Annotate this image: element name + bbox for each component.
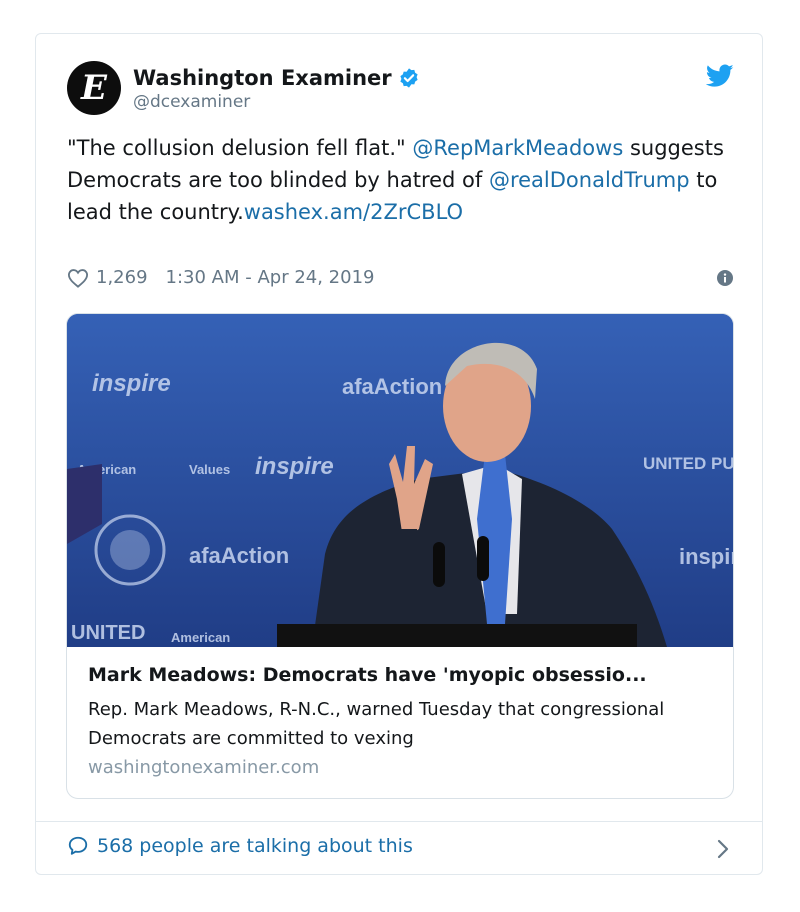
like-count[interactable]: 1,269 (96, 267, 148, 288)
article-photo[interactable]: inspire afaAction inspire afaAction UNIT… (67, 314, 734, 647)
speech-bubble-icon (68, 836, 88, 855)
backdrop-word: afaAction (189, 543, 289, 568)
chevron-right-icon[interactable] (716, 838, 730, 860)
twitter-bird-icon[interactable] (706, 64, 734, 88)
backdrop-word: inspire (92, 370, 171, 397)
link-card-description: Rep. Mark Meadows, R-N.C., warned Tuesda… (88, 699, 665, 749)
avatar-letter: E (81, 68, 107, 108)
info-icon[interactable] (717, 269, 733, 286)
tweet-short-link[interactable]: washex.am/2ZrCBLO (244, 200, 463, 224)
backdrop-word: inspir (679, 544, 734, 569)
verified-badge-icon (400, 68, 418, 88)
conversation-link[interactable]: 568 people are talking about this (67, 835, 413, 857)
heart-icon[interactable] (67, 268, 89, 288)
podium (277, 624, 637, 647)
backdrop-word: afaAction (342, 374, 442, 399)
link-card-title[interactable]: Mark Meadows: Democrats have 'myopic obs… (88, 664, 714, 686)
author-handle[interactable]: @dcexaminer (133, 92, 250, 112)
backdrop-word: Values (189, 462, 230, 477)
footer-divider (36, 821, 762, 822)
author-avatar[interactable]: E (67, 61, 121, 115)
link-preview-card[interactable]: inspire afaAction inspire afaAction UNIT… (66, 313, 734, 799)
tweet-meta: 1,269 1:30 AM - Apr 24, 2019 (67, 267, 733, 288)
tweet-timestamp[interactable]: 1:30 AM - Apr 24, 2019 (166, 267, 375, 288)
tweet-card: E Washington Examiner @dcexaminer "The c… (35, 33, 763, 875)
tweet-quote: "The collusion delusion fell flat." (67, 136, 413, 160)
mention-realdonaldtrump[interactable]: @realDonaldTrump (489, 168, 690, 192)
link-card-domain: washingtonexaminer.com (88, 757, 320, 778)
conversation-count-text[interactable]: 568 people are talking about this (97, 835, 413, 857)
tweet-text: "The collusion delusion fell flat." @Rep… (67, 132, 747, 228)
backdrop-word: American (171, 630, 230, 645)
author-name-row[interactable]: Washington Examiner (133, 66, 420, 90)
microphone (477, 536, 489, 581)
author-name[interactable]: Washington Examiner (133, 66, 392, 90)
backdrop-word: inspire (255, 453, 334, 480)
microphone (433, 542, 445, 587)
backdrop-word: UNITED (71, 622, 145, 644)
mention-repmarkmeadows[interactable]: @RepMarkMeadows (412, 136, 623, 160)
backdrop-word: UNITED PURPOSE (643, 454, 734, 473)
